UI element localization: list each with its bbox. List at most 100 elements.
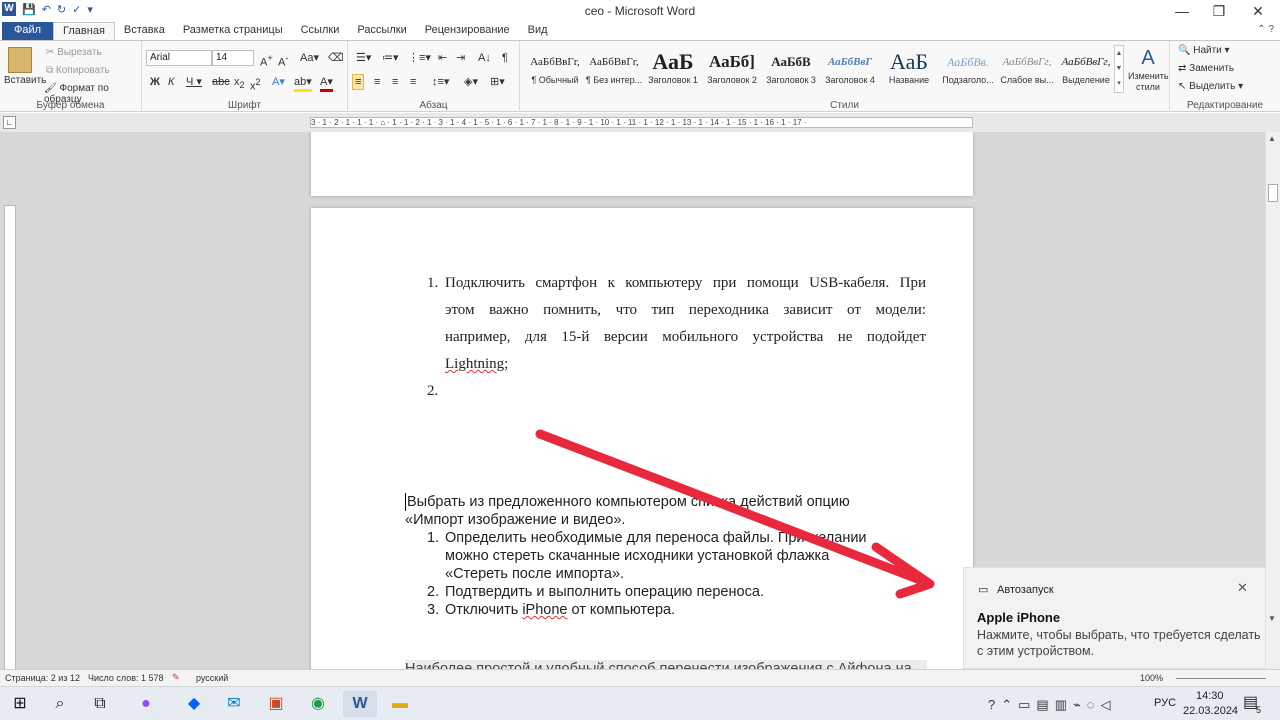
clear-formatting-button[interactable]: ⌫: [328, 51, 344, 65]
proofing-icon[interactable]: ✎: [172, 672, 180, 683]
powerpoint-icon[interactable]: ▣: [262, 691, 290, 717]
style-heading-4[interactable]: АаБбВвГ Заголовок 4: [821, 43, 879, 93]
change-styles-button[interactable]: A Изменить стили: [1128, 45, 1169, 93]
page-2[interactable]: 1. Подключить смартфон к компьютеру при …: [311, 208, 973, 669]
autoplay-notification[interactable]: ▭ Автозапуск ✕ Apple iPhone Нажмите, что…: [963, 567, 1266, 669]
input-language[interactable]: РУС: [1154, 697, 1176, 709]
tab-insert[interactable]: Вставка: [115, 22, 174, 40]
scroll-down-arrow[interactable]: ▼: [1268, 614, 1276, 623]
help-icon[interactable]: ⌃ ?: [1257, 24, 1274, 35]
clock-time[interactable]: 14:30: [1196, 690, 1224, 702]
word-taskbar-icon[interactable]: W: [343, 691, 377, 717]
restore-button[interactable]: ❐: [1199, 0, 1239, 22]
style-emphasis[interactable]: АаБбВвГг, Выделение: [1057, 43, 1115, 93]
subscript-button[interactable]: x2: [234, 75, 245, 92]
tab-page-layout[interactable]: Разметка страницы: [174, 22, 292, 40]
chrome-icon[interactable]: ◉: [304, 691, 332, 717]
alice-assistant-icon[interactable]: ●: [132, 691, 160, 717]
tab-review[interactable]: Рецензирование: [416, 22, 519, 40]
windows-start-icon[interactable]: ⊞: [6, 691, 34, 717]
styles-scroll[interactable]: ▲ ▼ ▾: [1114, 45, 1124, 93]
style-name: Заголовок 1: [648, 75, 698, 85]
zoom-slider[interactable]: [1176, 678, 1266, 679]
bullets-button[interactable]: ☰▾: [356, 51, 371, 65]
style-subtitle[interactable]: АаБбВв. Подзаголо...: [939, 43, 997, 93]
select-button[interactable]: ↖ Выделить ▾: [1178, 81, 1243, 92]
tab-home[interactable]: Главная: [53, 22, 115, 40]
scroll-thumb[interactable]: [1268, 184, 1278, 202]
editing-group-label: Редактирование: [1186, 100, 1264, 111]
align-right-button[interactable]: ≡: [392, 75, 398, 89]
horizontal-ruler[interactable]: 3 · 1 · 2 · 1 · 1 · 1 · ⌂ · 1 · 1 · 2 · …: [310, 117, 973, 128]
underline-button[interactable]: Ч ▾: [186, 75, 202, 89]
vertical-scrollbar[interactable]: ▲ ▼: [1265, 132, 1280, 669]
tab-references[interactable]: Ссылки: [292, 22, 349, 40]
clock-date[interactable]: 22.03.2024: [1183, 705, 1238, 717]
line-spacing-button[interactable]: ↕≡▾: [432, 75, 449, 89]
show-marks-button[interactable]: ¶: [502, 51, 508, 65]
numbering-button[interactable]: ≔▾: [382, 51, 399, 65]
paste-button[interactable]: Вставить: [4, 75, 46, 86]
sort-button[interactable]: A↓: [478, 51, 491, 65]
shrink-font-button[interactable]: A-: [278, 51, 288, 70]
style-title[interactable]: АаБ Название: [880, 43, 938, 93]
font-family-select[interactable]: Arial: [146, 50, 212, 66]
replace-button[interactable]: ⇄ Заменить: [1178, 63, 1234, 74]
italic-button[interactable]: К: [168, 75, 174, 89]
bold-button[interactable]: Ж: [150, 75, 160, 89]
system-tray-icons[interactable]: ?⌃▭▤▥⌁◌◁: [988, 697, 1117, 713]
find-button[interactable]: 🔍 Найти ▾: [1178, 45, 1230, 56]
task-view-icon[interactable]: ⧉: [86, 691, 114, 717]
strikethrough-button[interactable]: abc: [212, 75, 230, 89]
font-group: Arial 14 A+ A- Aa▾ ⌫ Ж К Ч ▾ abc x2 x2 A…: [142, 41, 348, 112]
page-1[interactable]: [311, 132, 973, 196]
file-explorer-icon[interactable]: ▬: [386, 691, 414, 717]
align-left-button[interactable]: ≡: [352, 74, 365, 90]
zoom-level[interactable]: 100%: [1140, 673, 1163, 683]
page-indicator[interactable]: Страница: 2 из 12: [5, 673, 80, 683]
shading-button[interactable]: ◈▾: [464, 75, 478, 89]
text-effects-button[interactable]: A▾: [272, 75, 285, 89]
style-no-spacing[interactable]: АаБбВвГг, ¶ Без интер...: [585, 43, 643, 93]
superscript-button[interactable]: x2: [250, 75, 261, 94]
tab-file[interactable]: Файл: [2, 22, 54, 40]
toast-close-icon[interactable]: ✕: [1237, 580, 1248, 596]
style-heading-1[interactable]: АаБ Заголовок 1: [644, 43, 702, 93]
paste-icon[interactable]: [8, 47, 32, 73]
binoculars-icon: 🔍: [1178, 45, 1191, 56]
language-indicator[interactable]: русский: [196, 673, 228, 683]
grow-font-button[interactable]: A+: [260, 51, 273, 70]
tab-mailings[interactable]: Рассылки: [348, 22, 415, 40]
multilevel-list-button[interactable]: ⋮≡▾: [408, 51, 431, 65]
font-size-select[interactable]: 14: [212, 50, 254, 66]
minimize-button[interactable]: —: [1162, 0, 1202, 22]
justify-button[interactable]: ≡: [410, 75, 416, 89]
select-label: Выделить: [1189, 81, 1236, 92]
dropbox-icon[interactable]: ◆: [180, 691, 208, 717]
misspelled-word[interactable]: Lightning: [445, 356, 504, 372]
cut-button[interactable]: ✂ Вырезать: [46, 47, 102, 58]
style-heading-2[interactable]: АаБб] Заголовок 2: [703, 43, 761, 93]
scroll-up-arrow[interactable]: ▲: [1268, 134, 1276, 143]
close-button[interactable]: ✕: [1238, 0, 1278, 22]
style-subtle-emphasis[interactable]: АаБбВвГг, Слабое вы...: [998, 43, 1056, 93]
misspelled-word[interactable]: iPhone: [522, 602, 567, 618]
decrease-indent-button[interactable]: ⇤: [438, 51, 447, 65]
word-count[interactable]: Число слов: 1 578: [88, 673, 164, 683]
tab-view[interactable]: Вид: [519, 22, 557, 40]
tab-selector-icon[interactable]: ∟: [3, 116, 16, 129]
align-center-button[interactable]: ≡: [374, 75, 380, 89]
copy-button[interactable]: ⧉ Копировать: [46, 65, 110, 76]
style-normal[interactable]: АаБбВвГг, ¶ Обычный: [526, 43, 584, 93]
font-color-button[interactable]: A▾: [320, 75, 333, 92]
styles-group: АаБбВвГг, ¶ Обычный АаБбВвГг, ¶ Без инте…: [520, 41, 1170, 112]
style-heading-3[interactable]: АаБбВ Заголовок 3: [762, 43, 820, 93]
vertical-ruler[interactable]: [4, 205, 16, 670]
borders-button[interactable]: ⊞▾: [490, 75, 505, 89]
highlight-button[interactable]: ab▾: [294, 75, 312, 92]
mail-icon[interactable]: ✉: [220, 691, 248, 717]
toast-title: Apple iPhone: [977, 610, 1061, 625]
search-icon[interactable]: ⌕: [46, 691, 74, 717]
increase-indent-button[interactable]: ⇥: [456, 51, 465, 65]
change-case-button[interactable]: Aa▾: [300, 51, 319, 65]
